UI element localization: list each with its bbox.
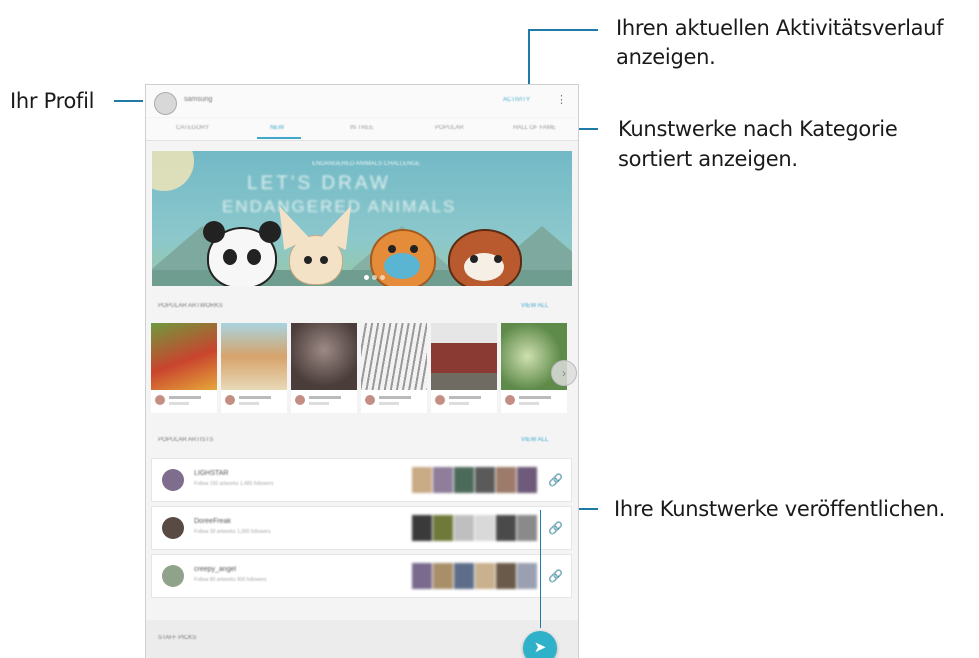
categories-callout-line [576, 128, 598, 130]
artist-sub-placeholder [519, 402, 539, 405]
challenge-banner[interactable]: ENDANGERED ANIMALS CHALLENGE LET'S DRAW … [152, 151, 572, 286]
tab-new[interactable]: NEW [270, 125, 284, 131]
artist-name-placeholder [449, 396, 481, 399]
publish-callout: Ihre Kunstwerke veröffentlichen. [614, 497, 945, 521]
artwork-card[interactable] [151, 323, 217, 413]
artist-artwork-previews [412, 563, 542, 589]
staff-picks-heading: STAFF PICKS [158, 635, 197, 641]
artist-sub-placeholder [379, 402, 399, 405]
artist-name-placeholder [239, 396, 271, 399]
artist-sub-placeholder [309, 402, 329, 405]
banner-title-line1: LET'S DRAW [247, 173, 391, 194]
activity-callout-line-h [528, 29, 598, 31]
link-icon[interactable]: 🔗 [548, 473, 563, 487]
tab-hall-of-fame[interactable]: HALL OF FAME [513, 125, 556, 131]
tab-category[interactable]: CATEGORY [176, 125, 209, 131]
artist-stats: Follow 80 artworks 900 followers [194, 577, 267, 583]
fennec-fox-illustration [266, 200, 364, 285]
popular-artworks-view-all[interactable]: VIEW ALL [521, 303, 548, 309]
artist-name-placeholder [169, 396, 201, 399]
chevron-right-icon[interactable]: › [551, 360, 577, 386]
carousel-dot [380, 275, 385, 280]
artist-name: creepy_angel [194, 566, 237, 573]
avatar [162, 565, 184, 587]
avatar [365, 395, 375, 405]
artist-name: LIGHSTAR [194, 470, 229, 477]
artwork-thumbnail [431, 323, 497, 390]
popular-artists-heading: POPULAR ARTISTS [158, 437, 214, 443]
popular-artworks-heading: POPULAR ARTWORKS [158, 303, 223, 309]
send-icon[interactable]: ➤ [523, 631, 557, 658]
activity-callout-line1: Ihren aktuellen Aktivitätsverlauf [616, 16, 944, 40]
avatar [225, 395, 235, 405]
artist-row[interactable]: DoreeFreak Follow 30 artworks 1,000 foll… [151, 506, 572, 550]
link-icon[interactable]: 🔗 [548, 569, 563, 583]
app-screen: samsung ACTIVITY ⋮ CATEGORY NEW IN TREE … [145, 84, 579, 658]
avatar [295, 395, 305, 405]
artwork-thumbnail [221, 323, 287, 390]
avatar [162, 517, 184, 539]
publish-callout-line-v [540, 510, 541, 628]
category-tabs: CATEGORY NEW IN TREE POPULAR HALL OF FAM… [146, 118, 578, 141]
profile-avatar[interactable] [154, 92, 177, 115]
staff-picks-section [146, 620, 578, 658]
panda-illustration [203, 221, 281, 286]
top-bar: samsung ACTIVITY ⋮ [146, 85, 578, 117]
avatar [435, 395, 445, 405]
username: samsung [184, 96, 213, 103]
activity-callout-line2: anzeigen. [616, 45, 716, 69]
artist-row[interactable]: creepy_angel Follow 80 artworks 900 foll… [151, 554, 572, 598]
artwork-thumbnail [291, 323, 357, 390]
artwork-card[interactable] [291, 323, 357, 413]
artist-name-placeholder [519, 396, 551, 399]
banner-sun [152, 151, 194, 191]
artist-name-placeholder [379, 396, 411, 399]
artwork-thumbnail [361, 323, 427, 390]
artist-artwork-previews [412, 515, 542, 541]
tab-popular[interactable]: POPULAR [435, 125, 464, 131]
activity-button[interactable]: ACTIVITY [503, 97, 530, 103]
active-tab-indicator [257, 137, 301, 139]
artwork-carousel [151, 323, 578, 413]
popular-artists-view-all[interactable]: VIEW ALL [521, 437, 548, 443]
artist-sub-placeholder [169, 402, 189, 405]
artwork-card[interactable] [431, 323, 497, 413]
categories-callout-line2: sortiert anzeigen. [618, 147, 798, 171]
banner-subtitle: ENDANGERED ANIMALS CHALLENGE [312, 161, 421, 167]
artwork-card[interactable] [221, 323, 287, 413]
artwork-card[interactable] [361, 323, 427, 413]
artist-artwork-previews [412, 467, 542, 493]
carousel-dot [364, 275, 369, 280]
profile-callout: Ihr Profil [10, 89, 95, 113]
artist-row[interactable]: LIGHSTAR Follow 150 artworks 1,485 follo… [151, 458, 572, 502]
artist-sub-placeholder [449, 402, 469, 405]
link-icon[interactable]: 🔗 [548, 521, 563, 535]
artist-name: DoreeFreak [194, 518, 231, 525]
categories-callout-line1: Kunstwerke nach Kategorie [618, 117, 898, 141]
artist-stats: Follow 150 artworks 1,485 followers [194, 481, 274, 487]
red-panda-illustration [448, 229, 522, 286]
more-options-icon[interactable]: ⋮ [556, 95, 567, 106]
artist-name-placeholder [309, 396, 341, 399]
artist-stats: Follow 30 artworks 1,000 followers [194, 529, 271, 535]
artist-sub-placeholder [239, 402, 259, 405]
artwork-thumbnail [151, 323, 217, 390]
avatar [155, 395, 165, 405]
avatar [505, 395, 515, 405]
avatar [162, 469, 184, 491]
profile-callout-line [114, 100, 143, 102]
carousel-dot [372, 275, 377, 280]
tab-in-tree[interactable]: IN TREE [350, 125, 374, 131]
